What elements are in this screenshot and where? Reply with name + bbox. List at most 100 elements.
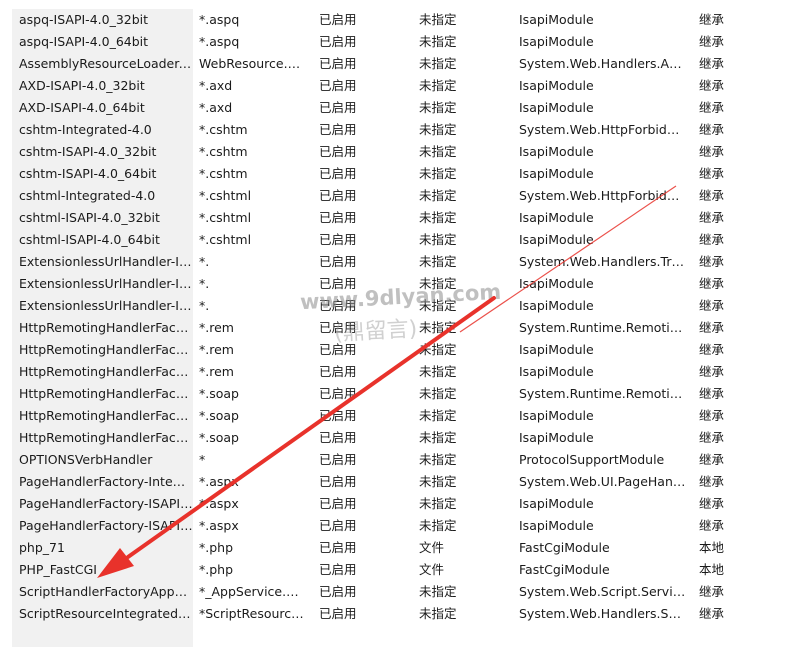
table-row[interactable]: cshtm-ISAPI-4.0_64bit *.cshtm 已启用 未指定 IsapiM…: [0, 163, 793, 185]
table-row[interactable]: php_71 *.php 已启用 文件 FastCgiModule 本地: [0, 537, 793, 559]
table-row[interactable]: HttpRemotingHandlerFacto... *.rem 已启用 未指定 Sy…: [0, 317, 793, 339]
path-cell: *.php: [199, 540, 234, 555]
handler-name-cell: ScriptResourceIntegrated-4.0: [12, 603, 193, 625]
handler-name-cell: cshtm-ISAPI-4.0_64bit: [12, 163, 193, 185]
handler-cell: System.Web.Handlers.Tran...: [519, 254, 687, 269]
path-type-cell: 未指定: [419, 12, 457, 27]
table-row[interactable]: PageHandlerFactory-Integr... *.aspx 已启用 未指定…: [0, 471, 793, 493]
handler-cell: FastCgiModule: [519, 562, 610, 577]
state-cell: 已启用: [319, 518, 357, 533]
path-type-cell: 未指定: [419, 342, 457, 357]
entry-type-cell: 继承: [699, 408, 725, 423]
table-row[interactable]: ScriptResourceIntegrated-4.0 *ScriptResou…: [0, 603, 793, 625]
handler-name-cell: HttpRemotingHandlerFacto...: [12, 383, 193, 405]
table-row[interactable]: ScriptHandlerFactoryAppSe... *_AppService…: [0, 581, 793, 603]
entry-type-cell: 继承: [699, 78, 725, 93]
path-cell: *.aspq: [199, 34, 240, 49]
path-cell: WebResource.axd: [199, 56, 305, 71]
table-row[interactable]: HttpRemotingHandlerFacto... *.rem 已启用 未指定 Is…: [0, 339, 793, 361]
table-row[interactable]: HttpRemotingHandlerFacto... *.rem 已启用 未指定 Is…: [0, 361, 793, 383]
path-type-cell: 未指定: [419, 78, 457, 93]
path-cell: *.rem: [199, 342, 234, 357]
state-cell: 已启用: [319, 364, 357, 379]
table-row[interactable]: HttpRemotingHandlerFacto... *.soap 已启用 未指定 I…: [0, 427, 793, 449]
state-cell: 已启用: [319, 320, 357, 335]
entry-type-cell: 继承: [699, 386, 725, 401]
table-row[interactable]: AXD-ISAPI-4.0_64bit *.axd 已启用 未指定 IsapiModul…: [0, 97, 793, 119]
partial-cell: [12, 625, 193, 647]
path-type-cell: 未指定: [419, 496, 457, 511]
handler-cell: IsapiModule: [519, 364, 594, 379]
path-cell: *.axd: [199, 78, 233, 93]
handler-cell: System.Web.Handlers.Scrip...: [519, 606, 687, 621]
entry-type-cell: 继承: [699, 584, 725, 599]
partial-cell: [699, 625, 793, 647]
table-row[interactable]: PageHandlerFactory-ISAPI-... *.aspx 已启用 未指定…: [0, 493, 793, 515]
handler-name-cell: PageHandlerFactory-ISAPI-...: [12, 493, 193, 515]
path-type-cell: 未指定: [419, 34, 457, 49]
table-row[interactable]: ExtensionlessUrlHandler-IS... *. 已启用 未指定 Isa…: [0, 295, 793, 317]
entry-type-cell: 继承: [699, 12, 725, 27]
handler-cell: System.Web.HttpForbidde...: [519, 188, 687, 203]
partial-cell: [319, 625, 409, 647]
path-cell: *.php: [199, 562, 234, 577]
handler-name-cell: AssemblyResourceLoader-I...: [12, 53, 193, 75]
path-type-cell: 未指定: [419, 166, 457, 181]
state-cell: 已启用: [319, 562, 357, 577]
table-row[interactable]: aspq-ISAPI-4.0_32bit *.aspq 已启用 未指定 IsapiMod…: [0, 9, 793, 31]
handler-name-cell: HttpRemotingHandlerFacto...: [12, 339, 193, 361]
table-row[interactable]: PageHandlerFactory-ISAPI-... *.aspx 已启用 未指定…: [0, 515, 793, 537]
handler-name-cell: PageHandlerFactory-Integr...: [12, 471, 193, 493]
entry-type-cell: 继承: [699, 232, 725, 247]
table-row[interactable]: AXD-ISAPI-4.0_32bit *.axd 已启用 未指定 IsapiModul…: [0, 75, 793, 97]
table-row[interactable]: ExtensionlessUrlHandler-Int... *. 已启用 未指定 Sy…: [0, 251, 793, 273]
state-cell: 已启用: [319, 56, 357, 71]
table-row[interactable]: ExtensionlessUrlHandler-IS... *. 已启用 未指定 Isa…: [0, 273, 793, 295]
handler-name-cell: cshtm-ISAPI-4.0_32bit: [12, 141, 193, 163]
path-cell: *.soap: [199, 408, 239, 423]
path-type-cell: 未指定: [419, 56, 457, 71]
handler-mappings-list: aspq-ISAPI-4.0_32bit *.aspq 已启用 未指定 IsapiMod…: [0, 9, 793, 647]
handler-name-cell: ScriptHandlerFactoryAppSe...: [12, 581, 193, 603]
handler-name-cell: aspq-ISAPI-4.0_64bit: [12, 31, 193, 53]
table-row[interactable]: AssemblyResourceLoader-I... WebResource.a…: [0, 53, 793, 75]
table-row[interactable]: HttpRemotingHandlerFacto... *.soap 已启用 未指定 I…: [0, 405, 793, 427]
handler-cell: System.Web.Handlers.Asse...: [519, 56, 687, 71]
path-type-cell: 未指定: [419, 408, 457, 423]
entry-type-cell: 继承: [699, 56, 725, 71]
entry-type-cell: 本地: [699, 540, 725, 555]
entry-type-cell: 继承: [699, 34, 725, 49]
path-cell: *.: [199, 276, 210, 291]
entry-type-cell: 继承: [699, 122, 725, 137]
path-cell: *.cshtm: [199, 166, 248, 181]
table-row[interactable]: HttpRemotingHandlerFacto... *.soap 已启用 未指定 S…: [0, 383, 793, 405]
path-cell: *.aspx: [199, 474, 239, 489]
table-row[interactable]: cshtm-ISAPI-4.0_32bit *.cshtm 已启用 未指定 IsapiM…: [0, 141, 793, 163]
table-row[interactable]: cshtml-Integrated-4.0 *.cshtml 已启用 未指定 Syste…: [0, 185, 793, 207]
path-cell: *.cshtm: [199, 122, 248, 137]
path-cell: *.: [199, 298, 210, 313]
table-row[interactable]: PHP_FastCGI *.php 已启用 文件 FastCgiModule 本地: [0, 559, 793, 581]
table-row[interactable]: cshtml-ISAPI-4.0_64bit *.cshtml 已启用 未指定 Isap…: [0, 229, 793, 251]
state-cell: 已启用: [319, 474, 357, 489]
state-cell: 已启用: [319, 408, 357, 423]
state-cell: 已启用: [319, 78, 357, 93]
table-row[interactable]: cshtml-ISAPI-4.0_32bit *.cshtml 已启用 未指定 Isap…: [0, 207, 793, 229]
state-cell: 已启用: [319, 210, 357, 225]
handler-name-cell: OPTIONSVerbHandler: [12, 449, 193, 471]
handler-cell: IsapiModule: [519, 166, 594, 181]
handler-name-cell: PHP_FastCGI: [12, 559, 193, 581]
path-type-cell: 未指定: [419, 364, 457, 379]
entry-type-cell: 继承: [699, 364, 725, 379]
handler-cell: System.Web.UI.PageHandl...: [519, 474, 687, 489]
path-cell: *ScriptResource....: [199, 606, 305, 621]
handler-name-cell: HttpRemotingHandlerFacto...: [12, 361, 193, 383]
handler-name-cell: AXD-ISAPI-4.0_64bit: [12, 97, 193, 119]
handler-name-cell: HttpRemotingHandlerFacto...: [12, 405, 193, 427]
table-row[interactable]: OPTIONSVerbHandler * 已启用 未指定 ProtocolSupport…: [0, 449, 793, 471]
table-row[interactable]: cshtm-Integrated-4.0 *.cshtm 已启用 未指定 System.…: [0, 119, 793, 141]
handler-cell: IsapiModule: [519, 144, 594, 159]
table-row[interactable]: aspq-ISAPI-4.0_64bit *.aspq 已启用 未指定 IsapiMod…: [0, 31, 793, 53]
table-row-partial[interactable]: [0, 625, 793, 647]
path-cell: *.cshtml: [199, 188, 252, 203]
